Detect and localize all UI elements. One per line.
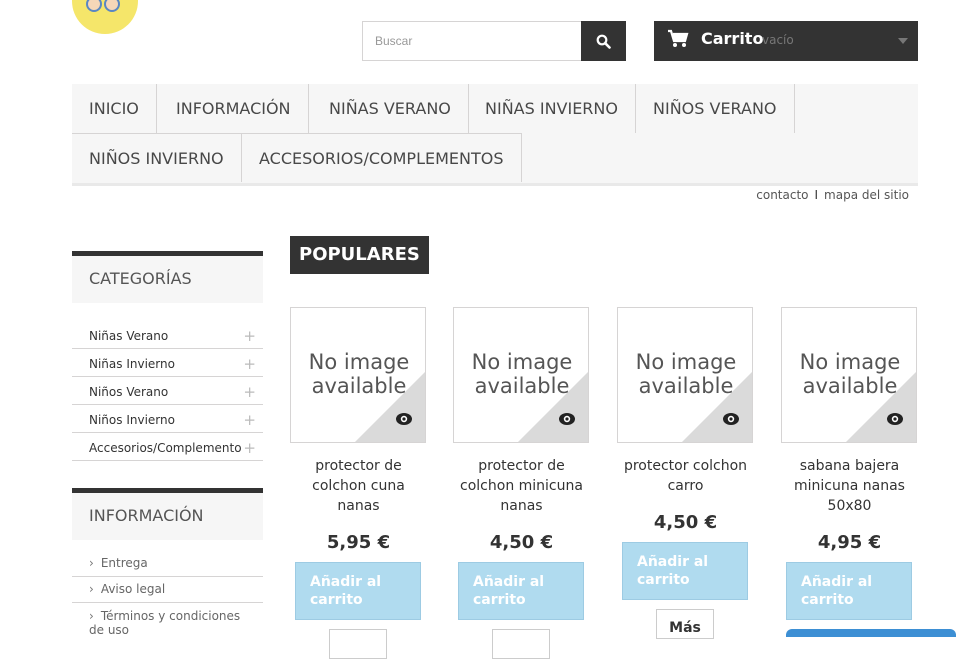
expand-plus-icon[interactable]: +: [241, 321, 256, 348]
no-image-text: No image available: [635, 350, 737, 398]
header-links: contacto Imapa del sitio: [756, 188, 909, 202]
product-price: 5,95 €: [326, 532, 391, 553]
category-label: Niñas Verano: [89, 329, 169, 343]
no-image-text: No image available: [799, 350, 901, 398]
add-to-cart-button[interactable]: Añadir al carrito: [622, 542, 748, 600]
eye-icon: [723, 413, 739, 425]
main-menu: INICIO INFORMACIÓN NIÑAS VERANO NIÑAS IN…: [72, 84, 918, 186]
eye-icon: [396, 413, 412, 425]
link-separator: I: [814, 188, 819, 202]
product-price: 4,50 €: [653, 512, 718, 533]
product-name[interactable]: protector colchon carro: [617, 456, 754, 496]
menu-item-ninas-invierno[interactable]: NIÑAS INVIERNO: [468, 84, 636, 133]
menu-item-inicio[interactable]: INICIO: [72, 84, 157, 133]
search-box: [362, 21, 626, 61]
info-link-label: Aviso legal: [100, 582, 166, 596]
category-item-ninas-invierno[interactable]: Niñas Invierno +: [72, 349, 263, 377]
expand-plus-icon[interactable]: +: [241, 433, 256, 460]
menu-item-accesorios[interactable]: ACCESORIOS/COMPLEMENTOS: [242, 133, 522, 182]
add-to-cart-button[interactable]: Añadir al carrito: [458, 562, 584, 620]
tab-populares[interactable]: POPULARES: [290, 236, 429, 274]
cart-block[interactable]: Carrito vacío: [654, 21, 918, 61]
category-item-ninas-verano[interactable]: Niñas Verano +: [72, 321, 263, 349]
category-item-ninos-invierno[interactable]: Niños Invierno +: [72, 405, 263, 433]
product-price: 4,95 €: [817, 532, 882, 553]
search-input[interactable]: [363, 22, 581, 60]
contact-link[interactable]: contacto: [756, 188, 808, 202]
category-item-ninos-verano[interactable]: Niños Verano +: [72, 377, 263, 405]
product-image[interactable]: No image available: [290, 307, 426, 443]
category-item-accesorios[interactable]: Accesorios/Complementos +: [72, 433, 263, 461]
chevron-right-icon: ›: [89, 556, 94, 570]
no-image-text: No image available: [308, 350, 410, 398]
category-label: Niños Verano: [89, 385, 169, 399]
product-price: 4,50 €: [489, 532, 554, 553]
shopping-cart-icon: [668, 29, 689, 47]
product-image[interactable]: No image available: [617, 307, 753, 443]
info-link-entrega[interactable]: › Entrega: [72, 550, 263, 577]
chevron-right-icon: ›: [89, 609, 94, 623]
search-button[interactable]: [581, 21, 626, 61]
menu-item-informacion[interactable]: INFORMACIÓN: [159, 84, 309, 133]
expand-plus-icon[interactable]: +: [241, 405, 256, 432]
product-name[interactable]: protector de colchon minicuna nanas: [453, 456, 590, 516]
menu-item-ninas-verano[interactable]: NIÑAS VERANO: [312, 84, 469, 133]
sitemap-link[interactable]: mapa del sitio: [824, 188, 909, 202]
eye-icon: [887, 413, 903, 425]
info-link-label: Términos y condiciones de uso: [89, 609, 241, 637]
expand-plus-icon[interactable]: +: [241, 349, 256, 376]
menu-item-ninos-verano[interactable]: NIÑOS VERANO: [636, 84, 795, 133]
info-link-terminos[interactable]: › Términos y condiciones de uso: [72, 603, 263, 643]
chat-widget-tab[interactable]: [786, 629, 956, 637]
chevron-right-icon: ›: [89, 582, 94, 596]
product-image[interactable]: No image available: [781, 307, 917, 443]
categories-heading: CATEGORÍAS: [72, 251, 263, 303]
more-button[interactable]: [329, 629, 387, 659]
category-label: Niñas Invierno: [89, 357, 175, 371]
menu-item-ninos-invierno[interactable]: NIÑOS INVIERNO: [72, 133, 242, 182]
search-icon: [596, 34, 611, 49]
store-logo[interactable]: [72, 0, 138, 34]
information-heading: INFORMACIÓN: [72, 488, 263, 540]
more-button[interactable]: [492, 629, 550, 659]
logo-kid-icon: [86, 0, 102, 12]
cart-status: vacío: [762, 33, 794, 47]
product-name[interactable]: protector de colchon cuna nanas: [290, 456, 427, 516]
product-image[interactable]: No image available: [453, 307, 589, 443]
info-link-aviso-legal[interactable]: › Aviso legal: [72, 576, 263, 603]
category-label: Niños Invierno: [89, 413, 175, 427]
cart-title: Carrito: [701, 29, 764, 48]
info-link-label: Entrega: [100, 556, 148, 570]
logo-kid-icon: [104, 0, 120, 12]
add-to-cart-button[interactable]: Añadir al carrito: [786, 562, 912, 620]
expand-plus-icon[interactable]: +: [241, 377, 256, 404]
chevron-down-icon[interactable]: [898, 38, 908, 44]
no-image-text: No image available: [471, 350, 573, 398]
product-name[interactable]: sabana bajera minicuna nanas 50x80: [781, 456, 918, 516]
category-label: Accesorios/Complementos: [89, 441, 248, 455]
add-to-cart-button[interactable]: Añadir al carrito: [295, 562, 421, 620]
eye-icon: [559, 413, 575, 425]
